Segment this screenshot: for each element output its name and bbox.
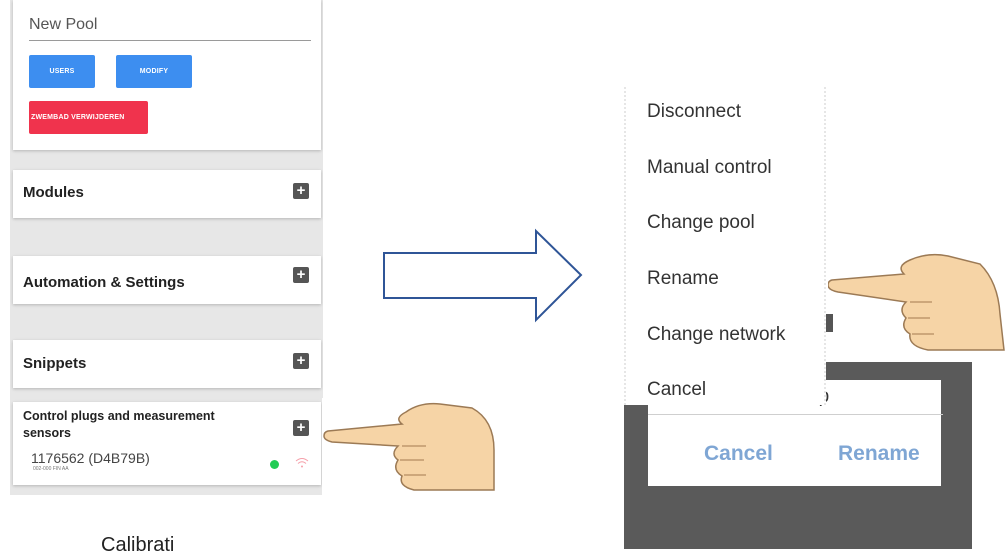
users-button[interactable]: USERS [29, 55, 95, 88]
device-name[interactable]: 1176562 (D4B79B) [31, 450, 150, 466]
menu-item-manual-control[interactable]: Manual control [647, 157, 772, 179]
pool-card: New Pool USERS MODIFY ZWEMBAD VERWIJDERE… [13, 0, 321, 150]
delete-pool-button[interactable]: ZWEMBAD VERWIJDEREN [29, 101, 148, 134]
dialog-rename-button[interactable]: Rename [838, 442, 920, 466]
section-control-plugs[interactable]: Control plugs and measurement sensors + … [13, 402, 321, 485]
pool-name-field[interactable]: New Pool [29, 16, 97, 34]
wifi-icon [295, 458, 309, 468]
modify-button[interactable]: MODIFY [116, 55, 192, 88]
pool-name-underline [29, 40, 311, 41]
pointing-hand-right-icon [828, 253, 1005, 351]
section-snippets[interactable]: Snippets + [13, 340, 321, 388]
menu-item-disconnect[interactable]: Disconnect [647, 101, 741, 123]
section-title: Control plugs and measurement sensors [23, 409, 215, 440]
dialog-cancel-button[interactable]: Cancel [704, 442, 773, 466]
dialog-input-underline [648, 414, 943, 415]
expand-plus-icon[interactable]: + [293, 353, 309, 369]
caption-text: Calibrati [101, 534, 175, 556]
menu-item-cancel[interactable]: Cancel [647, 379, 706, 401]
section-automation-settings[interactable]: Automation & Settings + [13, 256, 321, 304]
expand-plus-icon[interactable]: + [293, 420, 309, 436]
section-title: Automation & Settings [23, 274, 185, 291]
section-title: Modules [23, 184, 84, 201]
expand-plus-icon[interactable]: + [293, 183, 309, 199]
menu-item-change-pool[interactable]: Change pool [647, 212, 755, 234]
section-title: Snippets [23, 355, 87, 372]
context-menu: Disconnect Manual control Change pool Re… [624, 87, 826, 405]
menu-item-rename[interactable]: Rename [647, 268, 719, 290]
expand-plus-icon[interactable]: + [293, 267, 309, 283]
status-online-icon [270, 460, 279, 469]
left-screenshot: New Pool USERS MODIFY ZWEMBAD VERWIJDERE… [10, 0, 323, 495]
menu-item-change-network[interactable]: Change network [647, 324, 785, 346]
device-subtitle: 002-000 FIN AA [33, 466, 69, 472]
pointing-hand-left-icon [322, 398, 508, 500]
right-arrow-icon [383, 228, 583, 323]
section-modules[interactable]: Modules + [13, 170, 321, 218]
